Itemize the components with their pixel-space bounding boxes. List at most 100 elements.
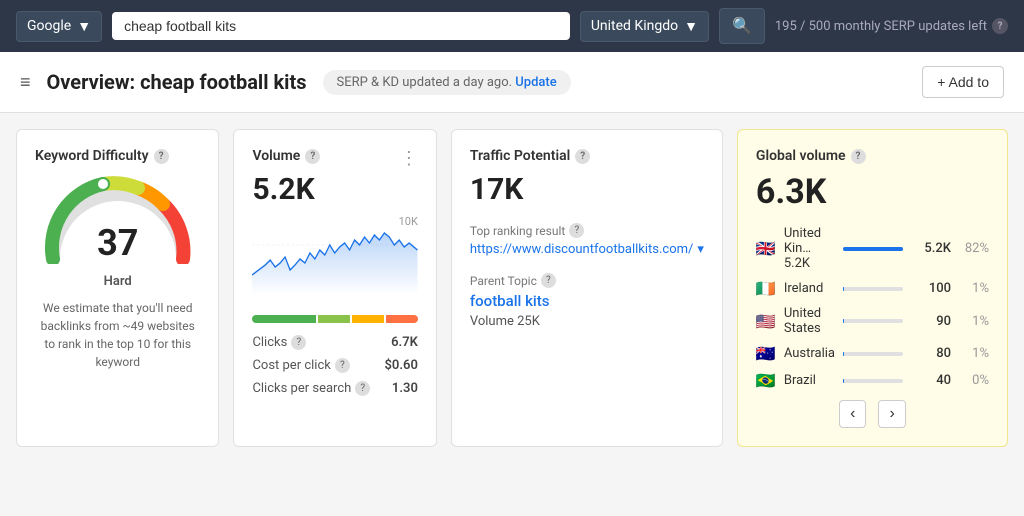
cps-value: 1.30 (392, 381, 418, 396)
country-row: 🇬🇧 United Kin…5.2K 5.2K 82% (756, 226, 989, 271)
country-name: United Kin…5.2K (784, 226, 835, 271)
country-flag: 🇮🇪 (756, 279, 776, 298)
country-volume: 5.2K (915, 241, 951, 256)
country-bar-fill (843, 379, 844, 383)
bar-orange (386, 315, 418, 323)
search-button[interactable]: 🔍 (719, 8, 765, 44)
cps-label: Clicks per search ? (252, 381, 370, 396)
parent-topic-label: Parent Topic ? (470, 273, 704, 288)
country-row: 🇦🇺 Australia 80 1% (756, 344, 989, 363)
pagination: ‹ › (756, 400, 989, 428)
volume-card-title: Volume ? (252, 148, 320, 164)
country-row: 🇧🇷 Brazil 40 0% (756, 371, 989, 390)
country-pct: 1% (959, 281, 989, 296)
volume-help-icon[interactable]: ? (305, 149, 320, 164)
global-volume-card: Global volume ? 6.3K 🇬🇧 United Kin…5.2K … (737, 129, 1008, 447)
country-pct: 1% (959, 346, 989, 361)
volume-value: 5.2K (252, 172, 320, 207)
tp-help-icon[interactable]: ? (575, 149, 590, 164)
top-ranking-help-icon[interactable]: ? (569, 223, 584, 238)
next-page-button[interactable]: › (878, 400, 905, 428)
country-bar-fill (843, 352, 844, 356)
volume-header: Volume ? 5.2K ⋮ (252, 148, 417, 215)
cards-grid: Keyword Difficulty ? 37 Hard We estimate… (0, 113, 1024, 463)
country-flag: 🇧🇷 (756, 371, 776, 390)
country-bar-fill (843, 319, 844, 323)
tp-volume-text: Volume 25K (470, 314, 704, 329)
country-chevron: ▼ (684, 18, 698, 35)
topbar: Google ▼ United Kingdo ▼ 🔍 195 / 500 mon… (0, 0, 1024, 52)
country-label: United Kingdo (591, 18, 678, 34)
top-ranking-label: Top ranking result ? (470, 223, 704, 238)
kd-help-icon[interactable]: ? (154, 149, 169, 164)
parent-topic-link[interactable]: football kits (470, 292, 704, 310)
country-bar-fill (843, 287, 844, 291)
metrics-rows: Clicks ? 6.7K Cost per click ? $0.60 Cli… (252, 335, 417, 396)
country-row: 🇮🇪 Ireland 100 1% (756, 279, 989, 298)
page-title: Overview: cheap football kits (47, 70, 307, 94)
country-bar-fill (843, 247, 903, 251)
volume-card: Volume ? 5.2K ⋮ 10K (233, 129, 436, 447)
top-ranking-url[interactable]: https://www.discountfootballkits.com/ ▾ (470, 242, 704, 257)
country-list: 🇬🇧 United Kin…5.2K 5.2K 82% 🇮🇪 Ireland 1… (756, 226, 989, 390)
cpc-label: Cost per click ? (252, 358, 349, 373)
country-volume: 80 (915, 346, 951, 361)
bar-light-green (318, 315, 350, 323)
cps-help-icon[interactable]: ? (355, 381, 370, 396)
kd-score: 37 (97, 222, 138, 264)
prev-page-button[interactable]: ‹ (839, 400, 866, 428)
serp-info: 195 / 500 monthly SERP updates left ? (775, 18, 1008, 34)
gv-card-title: Global volume ? (756, 148, 989, 164)
parent-topic-help-icon[interactable]: ? (541, 273, 556, 288)
country-pct: 0% (959, 373, 989, 388)
subheader: ≡ Overview: cheap football kits SERP & K… (0, 52, 1024, 113)
cpc-help-icon[interactable]: ? (335, 358, 350, 373)
kd-description: We estimate that you'll need backlinks f… (35, 299, 200, 371)
chart-max-label: 10K (399, 215, 418, 228)
cpc-value: $0.60 (384, 358, 417, 373)
clicks-help-icon[interactable]: ? (291, 335, 306, 350)
country-flag: 🇦🇺 (756, 344, 776, 363)
country-selector[interactable]: United Kingdo ▼ (580, 11, 709, 42)
menu-icon[interactable]: ≡ (20, 72, 31, 93)
engine-label: Google (27, 18, 71, 34)
country-bar-container (843, 247, 903, 251)
country-bar-container (843, 319, 903, 323)
bar-yellow (352, 315, 384, 323)
country-bar-container (843, 287, 903, 291)
country-pct: 82% (959, 241, 989, 256)
country-name: Ireland (784, 281, 835, 296)
gv-value: 6.3K (756, 172, 989, 212)
country-volume: 90 (915, 314, 951, 329)
volume-title-wrap: Volume ? 5.2K (252, 148, 320, 215)
country-name: Australia (784, 346, 835, 361)
clicks-value: 6.7K (391, 335, 418, 350)
keyword-input[interactable] (124, 18, 558, 34)
serp-info-icon: ? (992, 18, 1008, 34)
country-bar-container (843, 352, 903, 356)
keyword-difficulty-card: Keyword Difficulty ? 37 Hard We estimate… (16, 129, 219, 447)
cps-row: Clicks per search ? 1.30 (252, 381, 417, 396)
clicks-bar (252, 315, 417, 323)
gauge-wrap: 37 (35, 174, 200, 264)
volume-chart-svg (252, 215, 417, 295)
url-chevron: ▾ (697, 242, 704, 257)
country-row: 🇺🇸 United States 90 1% (756, 306, 989, 336)
country-bar-container (843, 379, 903, 383)
engine-chevron: ▼ (77, 18, 91, 35)
clicks-label: Clicks ? (252, 335, 306, 350)
update-link[interactable]: Update (515, 75, 556, 90)
gv-help-icon[interactable]: ? (851, 149, 866, 164)
tp-card-title: Traffic Potential ? (470, 148, 704, 164)
country-volume: 100 (915, 281, 951, 296)
engine-selector[interactable]: Google ▼ (16, 11, 102, 42)
kd-card-title: Keyword Difficulty ? (35, 148, 200, 164)
country-pct: 1% (959, 314, 989, 329)
tp-value: 17K (470, 172, 704, 207)
serp-info-text: 195 / 500 monthly SERP updates left (775, 19, 987, 34)
country-flag: 🇺🇸 (756, 312, 776, 331)
update-notice-text: SERP & KD updated a day ago. (337, 75, 513, 90)
traffic-potential-card: Traffic Potential ? 17K Top ranking resu… (451, 129, 723, 447)
volume-menu-icon[interactable]: ⋮ (400, 148, 418, 169)
add-to-button[interactable]: + Add to (922, 66, 1004, 98)
